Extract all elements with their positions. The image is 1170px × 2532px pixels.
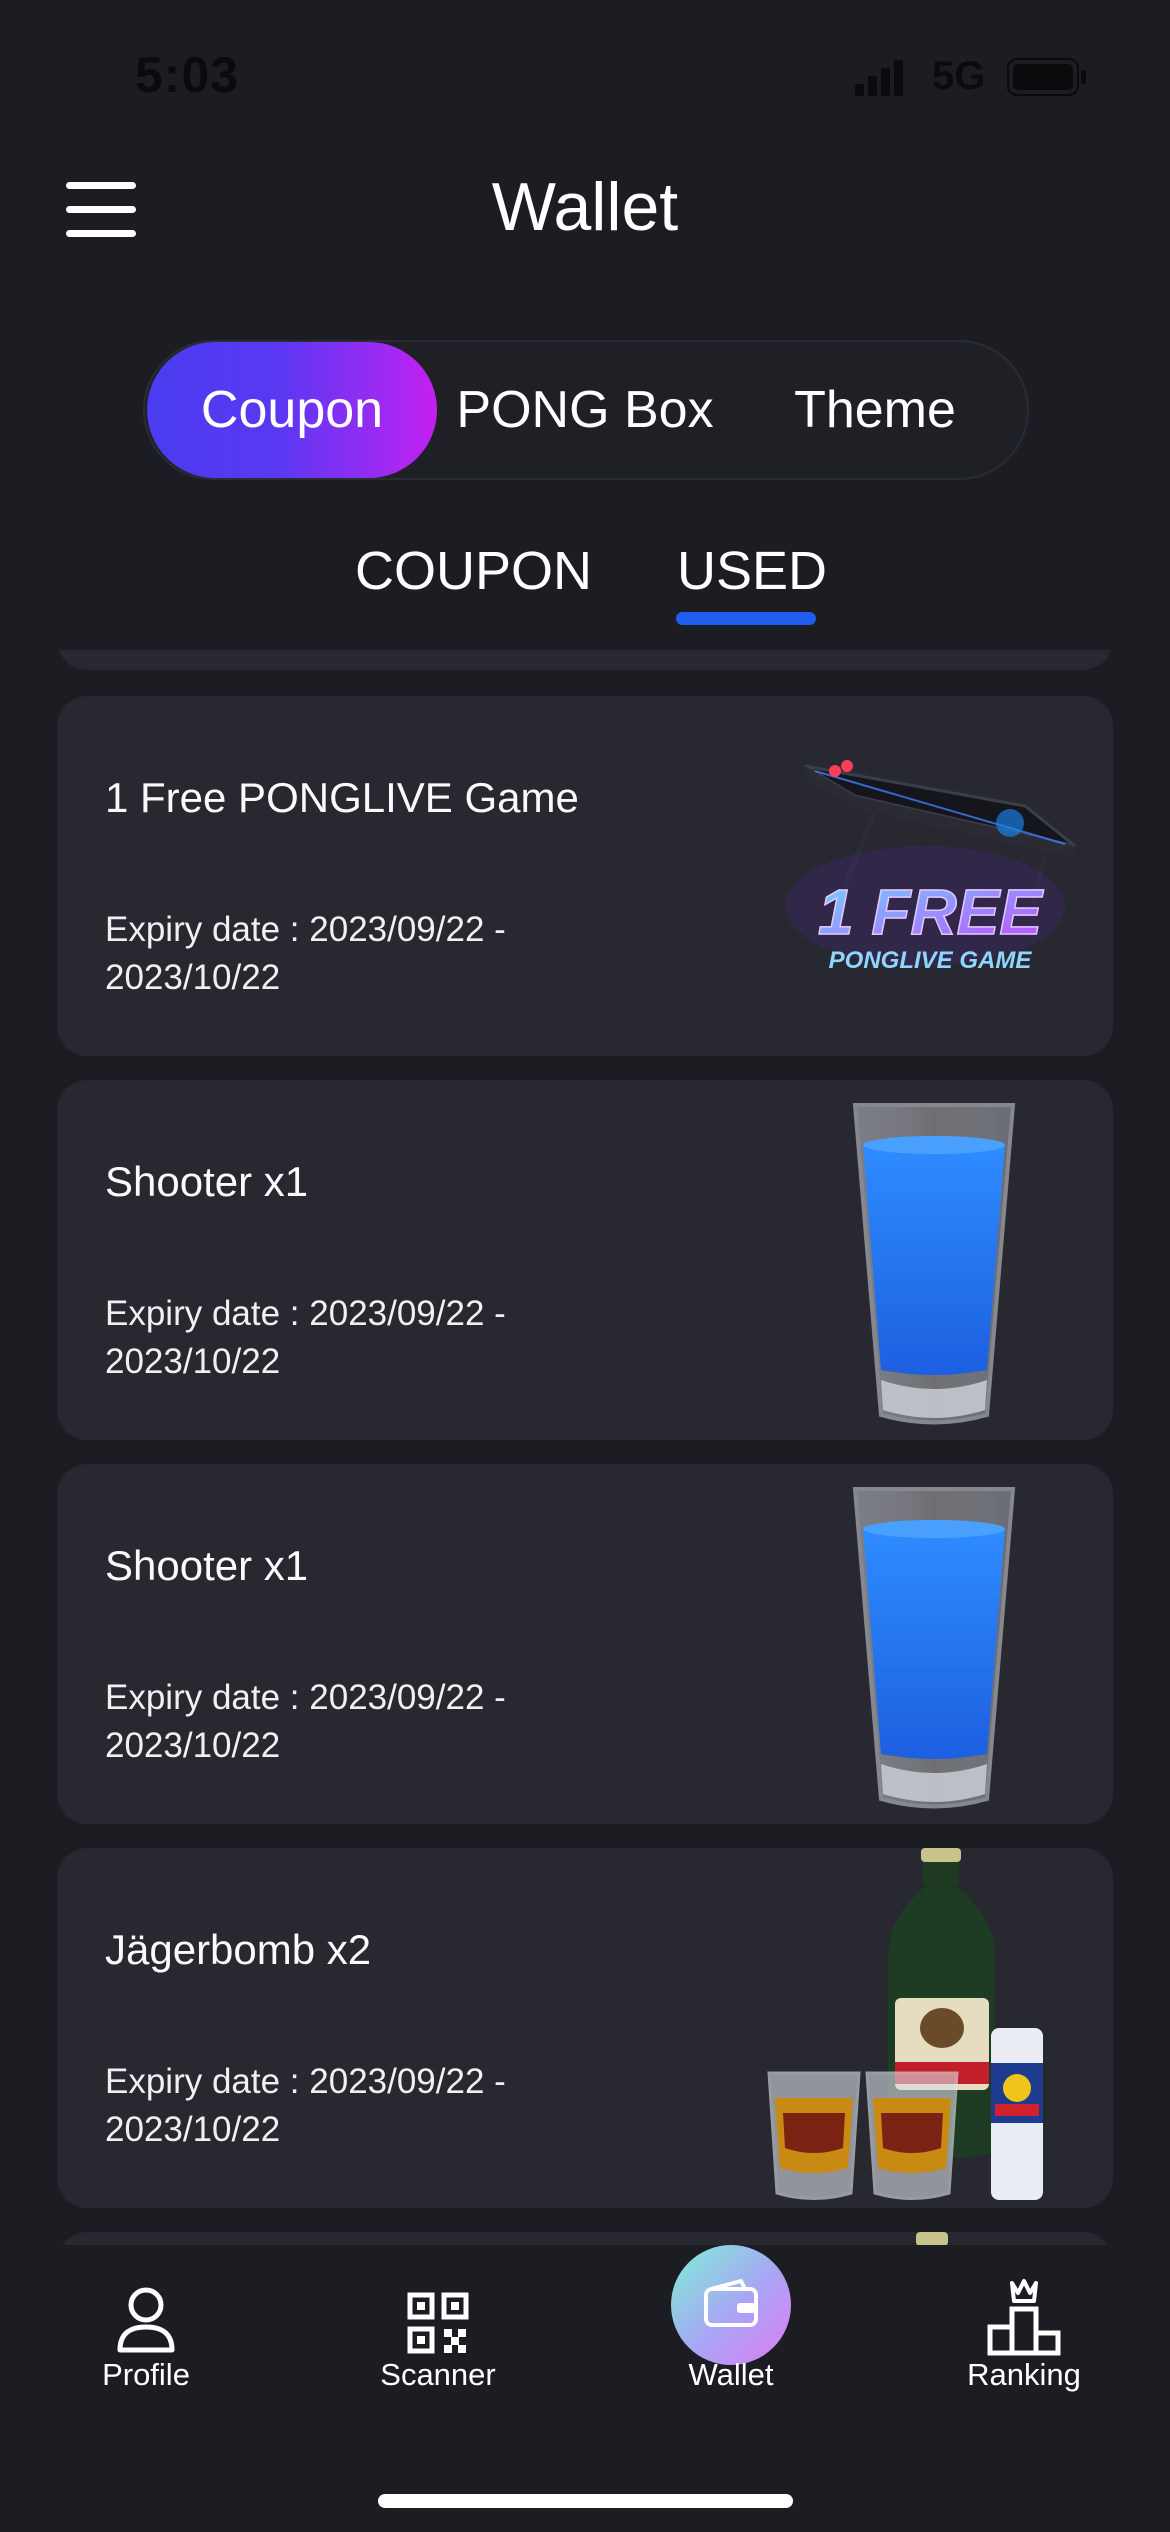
coupon-title: Jägerbomb x2 — [105, 1926, 372, 1973]
shot-glass-image — [852, 1487, 1016, 1809]
shot-glass-image — [852, 1103, 1016, 1425]
subtab-coupon[interactable]: COUPON — [355, 540, 592, 602]
jagerbomb-image — [767, 1848, 1043, 2200]
network-type: 5G — [932, 54, 986, 98]
coupon-card[interactable]: Jägerbomb x2 Expiry date : 2023/09/22 - … — [57, 1848, 1113, 2208]
wallet-active-bubble — [671, 2245, 791, 2365]
coupon-card-partial-top[interactable] — [57, 650, 1113, 670]
tab-coupon[interactable]: Coupon — [147, 342, 437, 478]
art-text-line1: 1 FREE — [818, 876, 1044, 948]
subtab-used[interactable]: USED — [677, 540, 827, 602]
ponglive-table-image: 1 FREE PONGLIVE GAME — [785, 760, 1076, 974]
nav-label: Scanner — [380, 2357, 496, 2392]
page-title: Wallet — [491, 169, 679, 245]
coupon-expiry: Expiry date : 2023/09/22 - 2023/10/22 — [105, 1678, 506, 1765]
tab-theme[interactable]: Theme — [735, 342, 1015, 478]
coupon-expiry: Expiry date : 2023/09/22 - 2023/10/22 — [105, 910, 506, 997]
coupon-expiry: Expiry date : 2023/09/22 - 2023/10/22 — [105, 2062, 506, 2149]
coupon-title: Shooter x1 — [105, 1158, 309, 1205]
coupon-card-partial-bottom[interactable] — [57, 2232, 1113, 2245]
coupon-card[interactable]: Shooter x1 Expiry date : 2023/09/22 - 20… — [57, 1464, 1113, 1824]
coupon-card[interactable]: Shooter x1 Expiry date : 2023/09/22 - 20… — [57, 1080, 1113, 1440]
nav-label: Ranking — [967, 2357, 1081, 2392]
tab-pong-box[interactable]: PONG Box — [445, 342, 725, 478]
bottom-nav: Profile Scanner Wallet Ranking — [0, 2245, 1170, 2532]
coupon-title: Shooter x1 — [105, 1542, 309, 1589]
battery-icon — [1007, 58, 1086, 96]
nav-wallet[interactable]: Wallet — [621, 2245, 841, 2415]
art-text-line2: PONGLIVE GAME — [829, 947, 1033, 974]
status-bar: 5:03 5G — [0, 0, 1170, 150]
coupon-card[interactable]: 1 Free PONGLIVE Game Expiry date : 2023/… — [57, 696, 1113, 1056]
subtab-active-indicator — [676, 612, 816, 625]
glass-rim-image — [797, 650, 1057, 665]
nav-ranking[interactable]: Ranking — [914, 2245, 1134, 2415]
nav-label: Wallet — [688, 2357, 774, 2392]
coupon-expiry: Expiry date : 2023/09/22 - 2023/10/22 — [105, 1294, 506, 1381]
coupon-title: 1 Free PONGLIVE Game — [105, 774, 579, 821]
status-time: 5:03 — [135, 47, 240, 103]
segment-control: Coupon PONG Box Theme — [143, 340, 1029, 480]
nav-profile[interactable]: Profile — [36, 2245, 256, 2415]
coupon-list[interactable]: 1 Free PONGLIVE Game Expiry date : 2023/… — [0, 650, 1170, 2245]
cellular-signal-icon — [855, 60, 903, 96]
nav-scanner[interactable]: Scanner — [328, 2245, 548, 2415]
nav-label: Profile — [102, 2357, 190, 2392]
bottle-cap-image — [916, 2232, 948, 2245]
wallet-icon — [704, 2279, 758, 2327]
home-indicator — [378, 2494, 793, 2508]
